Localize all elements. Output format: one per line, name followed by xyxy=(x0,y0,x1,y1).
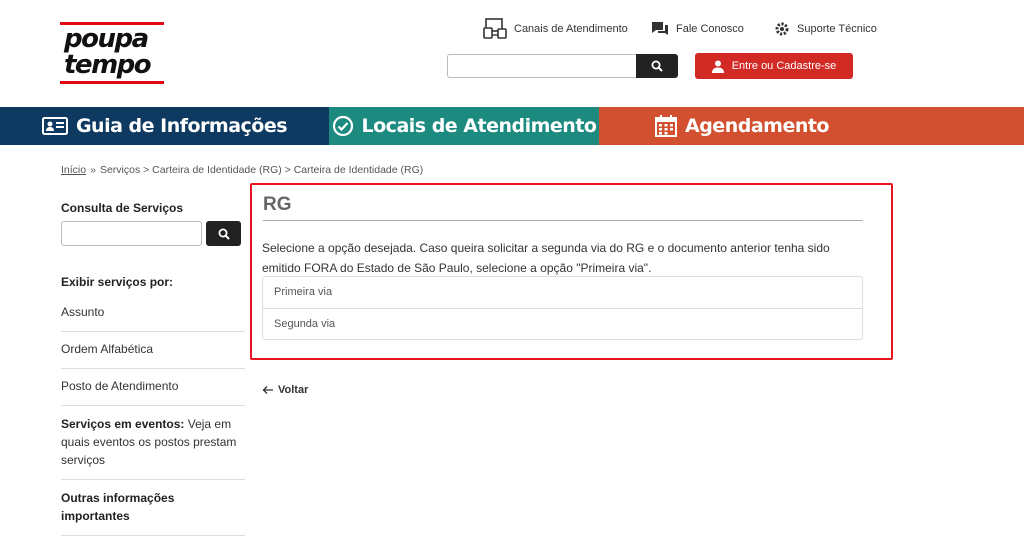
sidebar-search-input[interactable] xyxy=(61,221,202,246)
nav-agendamento[interactable]: Agendamento xyxy=(599,107,1024,145)
sidebar-item-outras-informacoes[interactable]: Outras informações importantes xyxy=(61,480,245,536)
intro-text: Selecione a opção desejada. Caso queira … xyxy=(262,241,830,275)
header-search-button[interactable] xyxy=(636,54,678,78)
main-nav: Guia de Informações Locais de Atendiment… xyxy=(0,107,1024,145)
sidebar: Consulta de Serviços Exibir serviços por… xyxy=(61,201,245,536)
fale-conosco-label: Fale Conosco xyxy=(676,23,744,35)
arrow-left-icon xyxy=(262,386,273,394)
search-icon xyxy=(218,228,230,240)
chat-icon xyxy=(652,22,668,35)
sidebar-item-posto-atendimento[interactable]: Posto de Atendimento xyxy=(61,369,245,406)
login-label: Entre ou Cadastre-se xyxy=(731,60,837,72)
breadcrumb-home-link[interactable]: Início xyxy=(61,164,86,176)
search-icon xyxy=(651,60,663,72)
clock-check-icon xyxy=(332,115,353,137)
poupatempo-logo[interactable]: poupa tempo xyxy=(60,22,164,84)
option-segunda-via[interactable]: Segunda via xyxy=(263,308,862,339)
back-label: Voltar xyxy=(278,384,309,396)
canais-link[interactable]: Canais de Atendimento xyxy=(483,18,628,40)
title-divider xyxy=(263,220,863,221)
servicos-eventos-bold: Serviços em eventos: xyxy=(61,417,185,431)
suporte-tecnico-label: Suporte Técnico xyxy=(797,23,877,35)
nav-guia-label: Guia de Informações xyxy=(75,115,288,137)
breadcrumb-separator: » xyxy=(90,164,96,176)
breadcrumb: Início » Serviços > Carteira de Identidade… xyxy=(61,164,423,176)
user-icon xyxy=(711,60,724,73)
logo-word-2: tempo xyxy=(64,50,152,80)
calendar-icon xyxy=(655,115,677,137)
back-link[interactable]: Voltar xyxy=(262,384,308,396)
id-card-icon xyxy=(41,117,68,135)
nav-locais-label: Locais de Atendimento xyxy=(361,115,597,137)
logo-bar-bottom xyxy=(60,81,164,84)
nav-locais-atendimento[interactable]: Locais de Atendimento xyxy=(329,107,599,145)
nav-agendamento-label: Agendamento xyxy=(685,115,830,137)
monitor-icon xyxy=(483,18,507,39)
sidebar-filter-heading: Exibir serviços por: xyxy=(61,275,174,289)
breadcrumb-path: Serviços > Carteira de Identidade (RG) >… xyxy=(99,164,424,176)
sidebar-search-button[interactable] xyxy=(206,221,241,246)
page-title: RG xyxy=(263,194,292,215)
sidebar-search-title: Consulta de Serviços xyxy=(61,201,184,215)
sidebar-item-assunto[interactable]: Assunto xyxy=(61,295,245,332)
gear-icon xyxy=(775,22,789,36)
sidebar-filter-list: Assunto Ordem Alfabética Posto de Atendi… xyxy=(61,295,245,536)
login-button[interactable]: Entre ou Cadastre-se xyxy=(695,53,853,79)
suporte-tecnico-link[interactable]: Suporte Técnico xyxy=(774,18,877,40)
outras-informacoes-label: Outras informações importantes xyxy=(61,491,175,523)
sidebar-item-servicos-eventos[interactable]: Serviços em eventos: Veja em quais event… xyxy=(61,406,245,480)
sidebar-item-ordem-alfabetica[interactable]: Ordem Alfabética xyxy=(61,332,245,369)
logo-word-1: poupa xyxy=(64,24,149,54)
nav-guia-informacoes[interactable]: Guia de Informações xyxy=(0,107,329,145)
canais-label: Canais de Atendimento xyxy=(514,23,628,35)
option-list: Primeira via Segunda via xyxy=(262,276,863,340)
fale-conosco-link[interactable]: Fale Conosco xyxy=(651,18,744,40)
option-primeira-via[interactable]: Primeira via xyxy=(263,277,862,308)
header-search-input[interactable] xyxy=(447,54,637,78)
